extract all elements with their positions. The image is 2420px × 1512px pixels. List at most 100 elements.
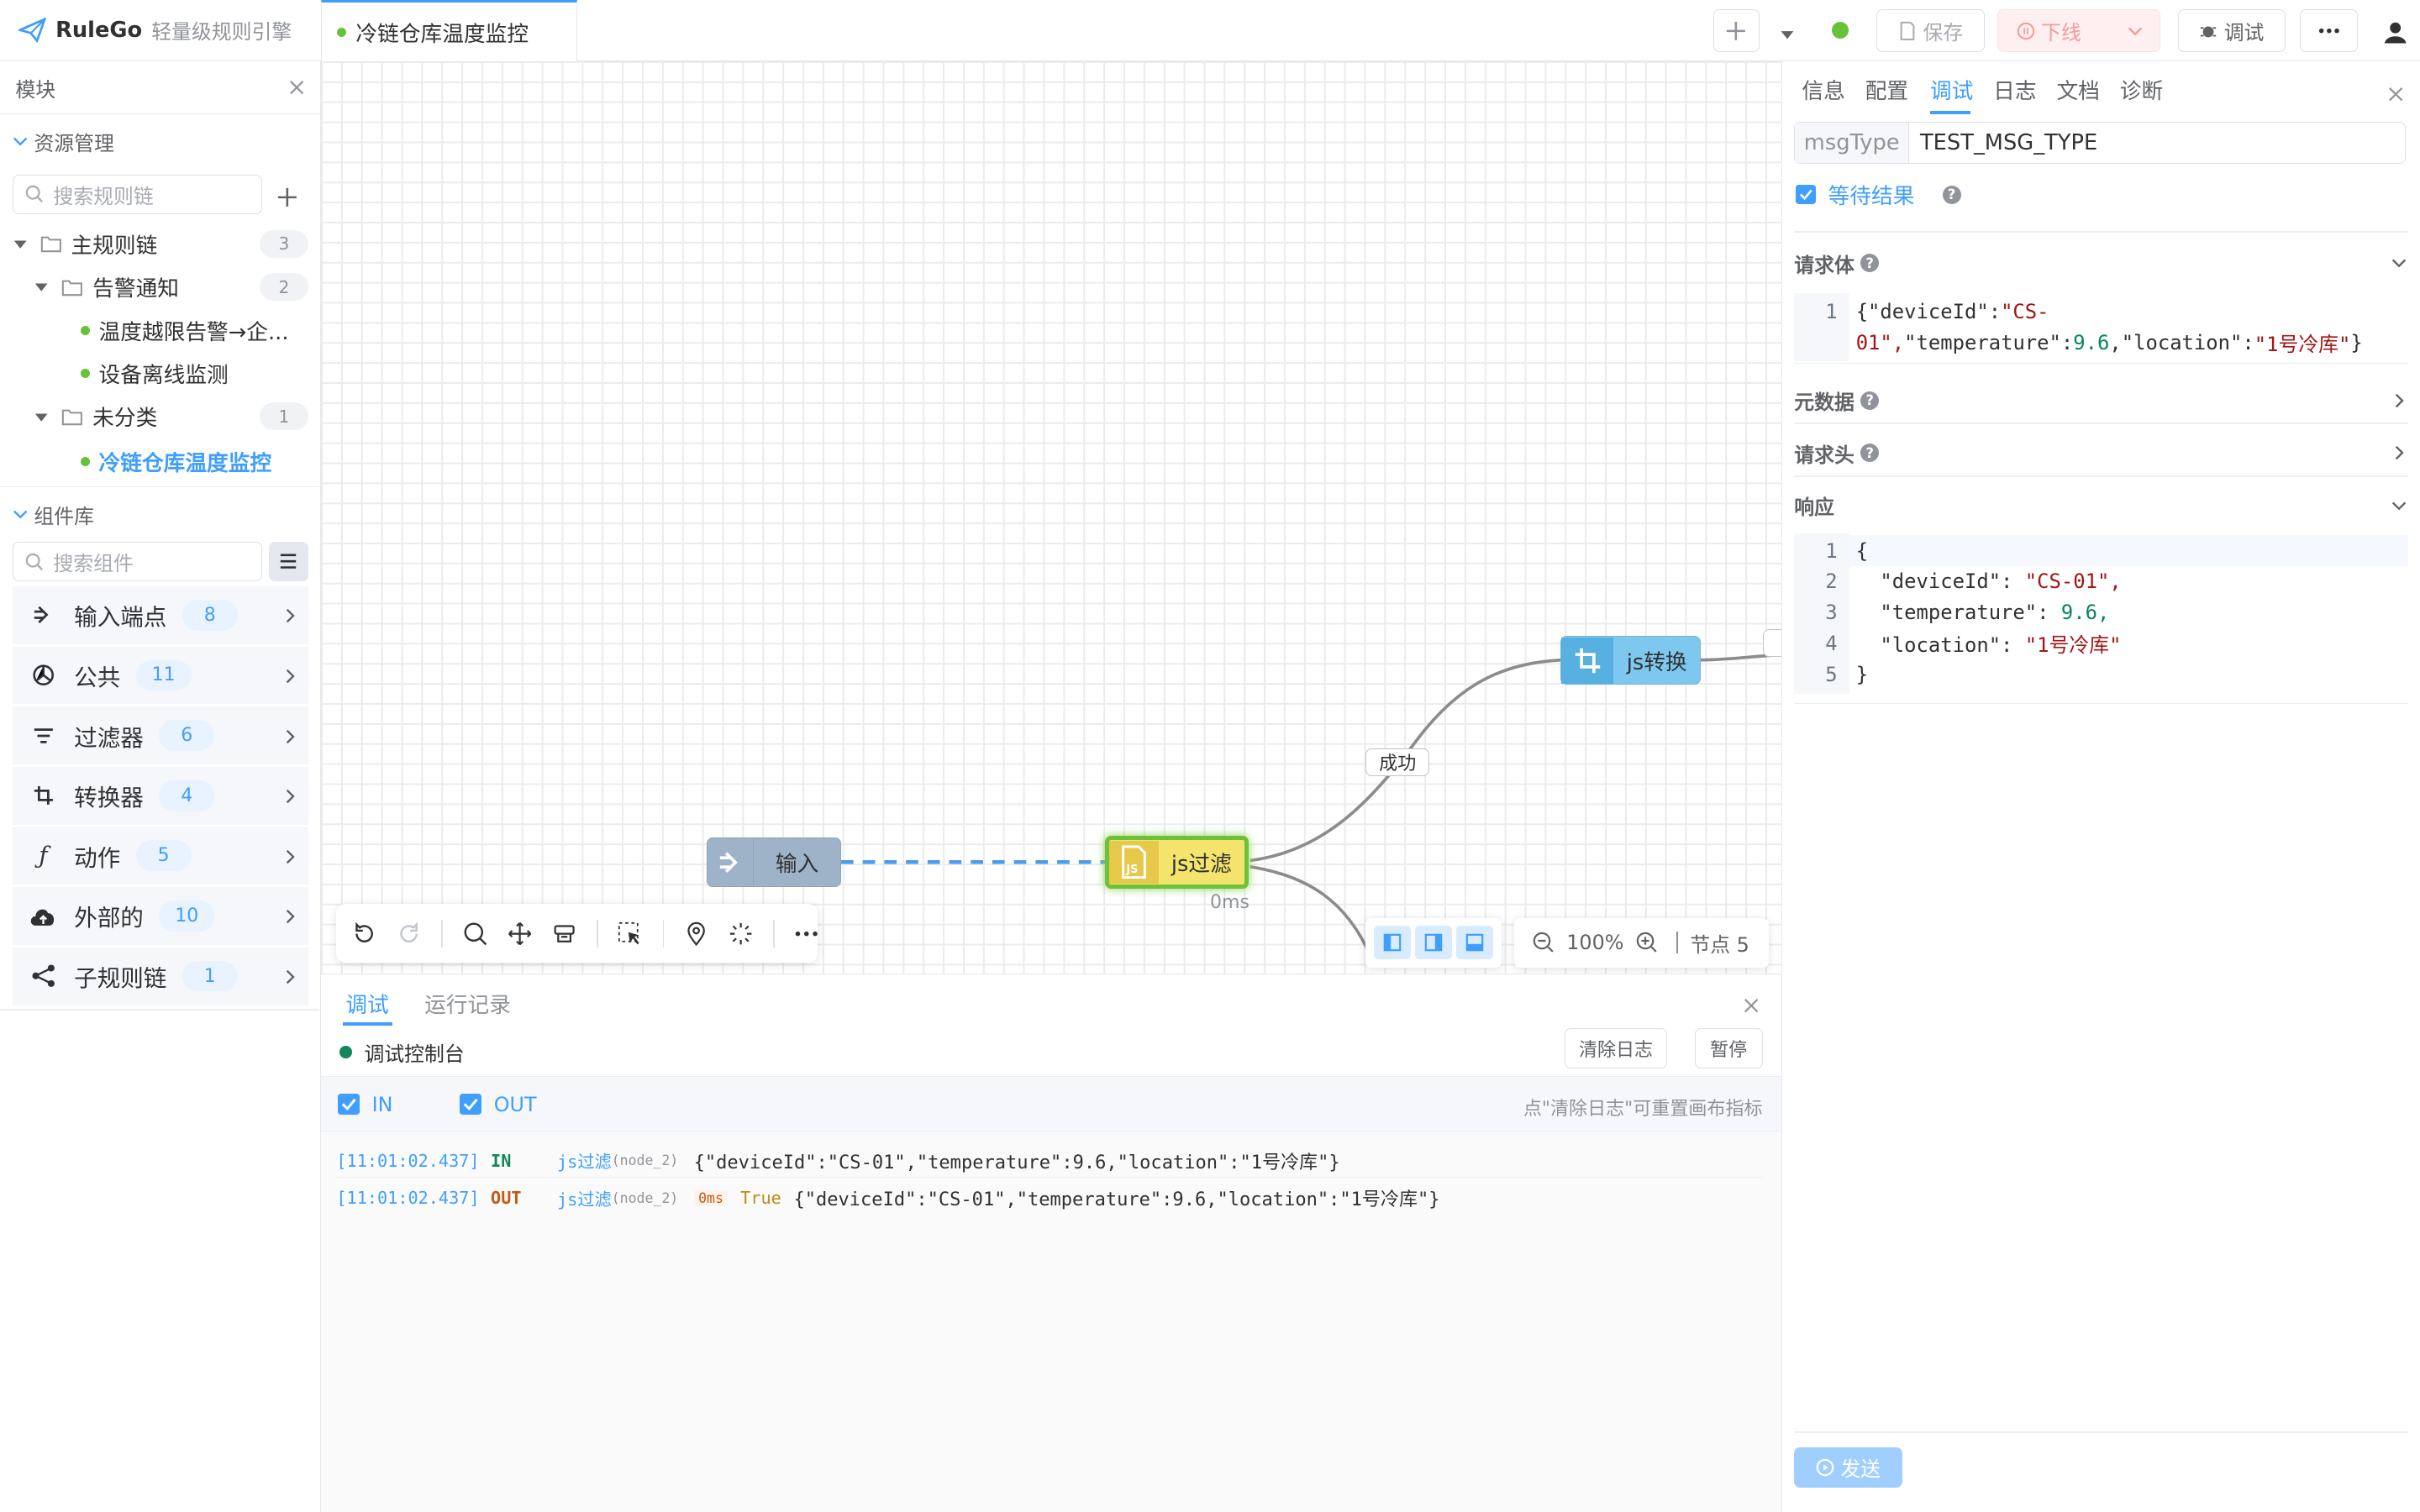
resource-section-header[interactable]: 资源管理 (0, 127, 114, 156)
more-button[interactable] (2299, 9, 2359, 53)
close-icon[interactable] (2388, 79, 2403, 108)
panel-toggle-group (1365, 917, 1502, 968)
right-panel: 信息 配置 调试 日志 文档 诊断 msgType TEST_MSG_TYPE … (1781, 61, 2420, 1512)
bug-icon (2201, 26, 2217, 38)
location-icon[interactable] (684, 921, 708, 947)
layout-icon[interactable] (552, 921, 576, 947)
divider (1794, 423, 2409, 425)
chevron-down-icon (13, 511, 28, 519)
component-category[interactable]: 公共 11 (12, 646, 309, 706)
zoom-in-icon[interactable] (1636, 932, 1658, 953)
chevron-right-icon (284, 782, 297, 809)
folder-icon (40, 236, 61, 253)
filter-in-checkbox[interactable]: IN (338, 1093, 393, 1116)
tab-debug[interactable]: 调试 (345, 988, 388, 1019)
wait-result-checkbox[interactable]: 等待结果 ? (1796, 179, 1961, 210)
clear-log-button[interactable]: 清除日志 (1565, 1028, 1667, 1068)
search-icon (26, 186, 44, 203)
js-file-icon: JS (1109, 840, 1159, 885)
add-chain-icon[interactable] (276, 182, 298, 211)
response-editor[interactable]: 1{ 2 "deviceId": "CS-01", 3 "temperature… (1794, 533, 2409, 704)
add-button[interactable] (1712, 9, 1760, 53)
help-icon[interactable]: ? (1860, 444, 1880, 463)
tab-docs[interactable]: 文档 (2056, 74, 2099, 105)
headers-section[interactable]: 请求头 ? (1794, 438, 2408, 468)
stop-circle-icon (2017, 22, 2034, 39)
tree-item-chain[interactable]: 温度越限告警→企... (0, 308, 321, 351)
common-icon (13, 663, 74, 687)
tab-chain[interactable]: 冷链仓库温度监控 (321, 0, 577, 62)
count-badge: 1 (182, 960, 238, 992)
user-icon[interactable] (2383, 17, 2407, 45)
node-js-transform[interactable]: js转换 (1560, 635, 1702, 685)
tab-debug[interactable]: 调试 (1930, 74, 1973, 105)
response-section[interactable]: 响应 (1794, 491, 2408, 520)
tree-item-chain[interactable]: 设备离线监测 (0, 352, 321, 395)
request-body-section[interactable]: 请求体 ? (1794, 249, 2408, 278)
offscreen-node[interactable] (1762, 629, 1781, 658)
tab-run-history[interactable]: 运行记录 (424, 988, 511, 1019)
edge-filter-other (1249, 865, 1372, 958)
chevron-right-icon (2395, 445, 2404, 460)
component-category[interactable]: 外部的 10 (12, 887, 309, 946)
rule-canvas[interactable]: 成功 输入 JS js过滤 0ms js转换 100% 节点 5 (321, 61, 1781, 974)
pause-button[interactable]: 暂停 (1694, 1028, 1763, 1068)
tree-item-main[interactable]: 主规则链 3 (0, 222, 321, 265)
close-icon[interactable] (1744, 990, 1759, 1018)
chevron-down-icon (2392, 259, 2407, 268)
chevron-right-icon (284, 722, 297, 749)
tree-item-alerts[interactable]: 告警通知 2 (0, 265, 321, 308)
edge-label-success[interactable]: 成功 (1365, 748, 1429, 776)
toggle-bottom-panel-icon[interactable] (1456, 925, 1494, 960)
svg-text:JS: JS (1125, 864, 1138, 877)
search-chain-input[interactable]: 搜索规则链 (12, 174, 263, 215)
count-badge: 5 (135, 840, 192, 872)
help-icon[interactable]: ? (1860, 254, 1880, 273)
tab-diagnose[interactable]: 诊断 (2120, 74, 2163, 105)
component-category[interactable]: 转换器 4 (12, 766, 309, 826)
component-category[interactable]: 过滤器 6 (12, 706, 309, 765)
search-component-input[interactable]: 搜索组件 (12, 541, 263, 582)
search-icon (26, 553, 44, 570)
help-icon[interactable]: ? (1942, 185, 1961, 204)
debug-button[interactable]: 调试 (2177, 9, 2286, 53)
filter-out-checkbox[interactable]: OUT (460, 1093, 537, 1116)
send-button[interactable]: 发送 (1794, 1446, 1902, 1488)
divider (0, 486, 320, 488)
component-section-header[interactable]: 组件库 (0, 500, 94, 529)
help-icon[interactable]: ? (1860, 391, 1880, 410)
active-tab-indicator (1929, 111, 1970, 114)
list-view-button[interactable] (268, 541, 309, 582)
select-icon[interactable] (618, 921, 642, 947)
divider (0, 1009, 320, 1011)
request-body-editor[interactable]: 1 {"deviceId":"CS- 01", " temperature": 9.6,… (1794, 292, 2409, 365)
node-input[interactable]: 输入 (707, 837, 841, 888)
save-button[interactable]: 保存 (1876, 9, 1985, 53)
metadata-section[interactable]: 元数据 ? (1794, 386, 2408, 415)
close-icon[interactable] (289, 80, 304, 95)
tree-item-chain-active[interactable]: 冷链仓库温度监控 (0, 439, 321, 482)
move-icon[interactable] (508, 921, 532, 947)
redo-icon[interactable] (397, 921, 421, 947)
chevron-down-icon[interactable] (2126, 22, 2144, 40)
log-row[interactable]: [11:01:02.437] IN js过滤 (node_2) {"device… (336, 1144, 1765, 1179)
undo-icon[interactable] (352, 921, 376, 947)
tab-logs[interactable]: 日志 (1993, 74, 2036, 105)
toggle-left-panel-icon[interactable] (1374, 925, 1412, 960)
search-icon[interactable] (463, 921, 487, 947)
component-category[interactable]: 输入端点 8 (12, 585, 309, 645)
tree-item-uncategorized[interactable]: 未分类 1 (0, 395, 321, 438)
offline-button[interactable]: 下线 (1996, 9, 2161, 53)
tab-info[interactable]: 信息 (1802, 74, 1844, 105)
tab-config[interactable]: 配置 (1865, 74, 1908, 105)
component-category[interactable]: ƒ 动作 5 (12, 827, 309, 886)
log-row[interactable]: [11:01:02.437] OUT js过滤 (node_2) 0ms Tru… (336, 1181, 1764, 1215)
node-js-filter[interactable]: JS js过滤 (1105, 836, 1249, 889)
msgtype-field[interactable]: msgType TEST_MSG_TYPE (1794, 122, 2406, 164)
dropdown-caret-icon[interactable] (1778, 18, 1797, 47)
toggle-right-panel-icon[interactable] (1415, 925, 1453, 960)
zoom-out-icon[interactable] (1533, 932, 1555, 953)
more-dots-icon[interactable] (795, 931, 818, 937)
component-category[interactable]: 子规则链 1 (12, 947, 309, 1006)
magic-icon[interactable] (729, 921, 753, 947)
